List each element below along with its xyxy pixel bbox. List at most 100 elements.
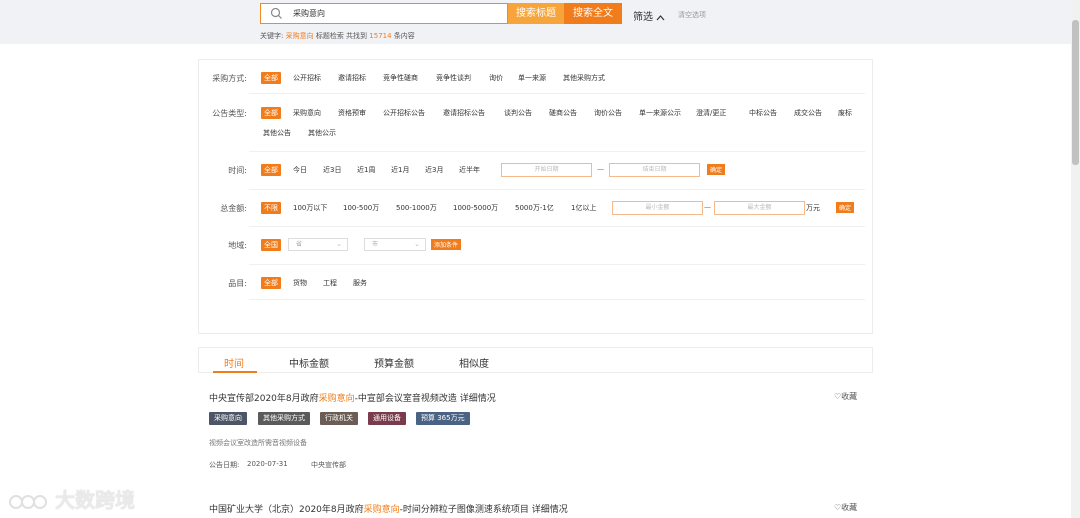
filter-type-option[interactable]: 澄清/更正: [696, 108, 726, 118]
filter-method-option[interactable]: 询价: [489, 73, 503, 83]
chevron-down-icon: ⌄: [336, 240, 342, 248]
favorite-label: 收藏: [841, 503, 858, 512]
result-tag: 采购意向: [209, 412, 247, 425]
result-tag: 预算 365万元: [416, 412, 470, 425]
min-amount-input[interactable]: 最小金额: [612, 201, 703, 215]
filter-type-option[interactable]: 其他公示: [308, 128, 336, 138]
filter-time-option[interactable]: 近1月: [391, 165, 409, 175]
filter-toggle[interactable]: 筛选: [633, 8, 665, 23]
filter-method-option[interactable]: 竞争性谈判: [436, 73, 471, 83]
filter-category-option[interactable]: 货物: [293, 278, 307, 288]
result-tag: 通用设备: [368, 412, 406, 425]
filter-type-option[interactable]: 其他公告: [263, 128, 291, 138]
result-tag: 其他采购方式: [258, 412, 310, 425]
filter-type-option[interactable]: 全部: [261, 107, 281, 119]
divider: [249, 189, 865, 190]
region-all-option[interactable]: 全国: [261, 239, 281, 251]
max-amount-input[interactable]: 最大金额: [714, 201, 805, 215]
filter-type-option[interactable]: 采购意向: [293, 108, 321, 118]
filter-method-option[interactable]: 公开招标: [293, 73, 321, 83]
tab-similarity[interactable]: 相似度: [459, 355, 489, 370]
result-date: 2020-07-31: [247, 460, 288, 468]
filter-amount-option[interactable]: 500-1000万: [396, 203, 437, 213]
page-scrollbar[interactable]: [1071, 0, 1080, 518]
time-confirm-button[interactable]: 确定: [707, 164, 726, 175]
filter-region-label: 地域:: [228, 241, 247, 250]
filter-amount-option[interactable]: 100万以下: [293, 203, 327, 213]
filter-method-option[interactable]: 其他采购方式: [563, 73, 605, 83]
filter-time-option[interactable]: 近3月: [425, 165, 443, 175]
filter-type-option[interactable]: 资格预审: [338, 108, 366, 118]
filter-time-option[interactable]: 全部: [261, 164, 281, 176]
result-title-post: -中宣部会议室音视频改造 详细情况: [354, 394, 496, 404]
summary-prefix: 关键字:: [260, 32, 284, 40]
filter-time-option[interactable]: 近1周: [357, 165, 375, 175]
search-value: 采购意向: [293, 9, 325, 18]
filter-amount-option[interactable]: 5000万-1亿: [515, 203, 554, 213]
end-date-input[interactable]: 结束日期: [609, 163, 700, 177]
range-dash: —: [704, 203, 711, 211]
filter-method-label: 采购方式:: [212, 74, 247, 83]
result-title[interactable]: 中国矿业大学（北京）2020年8月政府采购意向-时间分辨粒子图像测速系统项目 详…: [209, 502, 568, 515]
province-placeholder: 省: [296, 241, 303, 248]
tab-budget-amount[interactable]: 预算金额: [374, 355, 414, 370]
range-dash: —: [597, 165, 604, 173]
filter-type-option[interactable]: 废标: [838, 108, 852, 118]
result-title-keyword: 采购意向: [363, 505, 400, 515]
result-title-pre: 中央宣传部2020年8月政府: [209, 394, 319, 404]
result-date-label: 公告日期:: [209, 461, 240, 469]
result-tag: 行政机关: [320, 412, 358, 425]
filter-time-option[interactable]: 今日: [293, 165, 307, 175]
filter-type-label: 公告类型:: [212, 109, 247, 118]
tab-time[interactable]: 时间: [224, 355, 244, 370]
city-placeholder: 市: [372, 241, 379, 248]
filter-type-option[interactable]: 单一来源公示: [639, 108, 681, 118]
favorite-button[interactable]: ♡收藏: [834, 391, 857, 402]
filter-method-option[interactable]: 全部: [261, 72, 281, 84]
tab-award-amount[interactable]: 中标金额: [289, 355, 329, 370]
province-select[interactable]: 省 ⌄: [288, 238, 348, 251]
filter-label: 筛选: [633, 12, 653, 23]
summary-count: 15714: [369, 32, 392, 40]
filter-type-option[interactable]: 邀请招标公告: [443, 108, 485, 118]
result-org: 中央宣传部: [311, 461, 346, 469]
filter-time-option[interactable]: 近3日: [323, 165, 341, 175]
filter-type-option[interactable]: 成交公告: [794, 108, 822, 118]
filter-type-option[interactable]: 磋商公告: [549, 108, 577, 118]
filter-type-option[interactable]: 公开招标公告: [383, 108, 425, 118]
start-date-input[interactable]: 开始日期: [501, 163, 592, 177]
filter-amount-option[interactable]: 不限: [261, 202, 281, 214]
filter-time-option[interactable]: 近半年: [459, 165, 480, 175]
search-title-button[interactable]: 搜索标题: [508, 3, 564, 24]
filter-amount-label: 总金额:: [220, 204, 247, 213]
active-tab-indicator: [213, 371, 257, 373]
clear-options-link[interactable]: 清空选项: [678, 10, 706, 20]
amount-confirm-button[interactable]: 确定: [836, 202, 855, 213]
filter-type-option[interactable]: 询价公告: [594, 108, 622, 118]
filter-category-option[interactable]: 全部: [261, 277, 281, 289]
search-fulltext-button[interactable]: 搜索全文: [564, 3, 622, 24]
filter-method-option[interactable]: 竞争性磋商: [383, 73, 418, 83]
filter-amount-option[interactable]: 100-500万: [343, 203, 379, 213]
add-condition-button[interactable]: 添加条件: [431, 239, 462, 250]
filter-method-option[interactable]: 单一来源: [518, 73, 546, 83]
scrollbar-thumb[interactable]: [1072, 20, 1079, 165]
chevron-down-icon: ⌄: [414, 240, 420, 248]
filter-panel: 采购方式: 全部 公开招标 邀请招标 竞争性磋商 竞争性谈判 询价 单一来源 其…: [198, 59, 873, 334]
filter-amount-option[interactable]: 1000-5000万: [453, 203, 498, 213]
amount-unit: 万元: [806, 204, 820, 212]
filter-category-option[interactable]: 服务: [353, 278, 367, 288]
filter-amount-option[interactable]: 1亿以上: [571, 203, 596, 213]
favorite-button[interactable]: ♡收藏: [834, 502, 857, 513]
search-icon: [270, 7, 282, 19]
filter-category-option[interactable]: 工程: [323, 278, 337, 288]
divider: [249, 226, 865, 227]
search-input[interactable]: 采购意向: [260, 3, 508, 24]
watermark-text: 大数跨境: [54, 488, 135, 512]
filter-type-option[interactable]: 中标公告: [749, 108, 777, 118]
city-select[interactable]: 市 ⌄: [364, 238, 426, 251]
summary-keyword: 采购意向: [285, 32, 314, 40]
filter-method-option[interactable]: 邀请招标: [338, 73, 366, 83]
filter-type-option[interactable]: 谈判公告: [504, 108, 532, 118]
result-title[interactable]: 中央宣传部2020年8月政府采购意向-中宣部会议室音视频改造 详细情况: [209, 391, 496, 404]
